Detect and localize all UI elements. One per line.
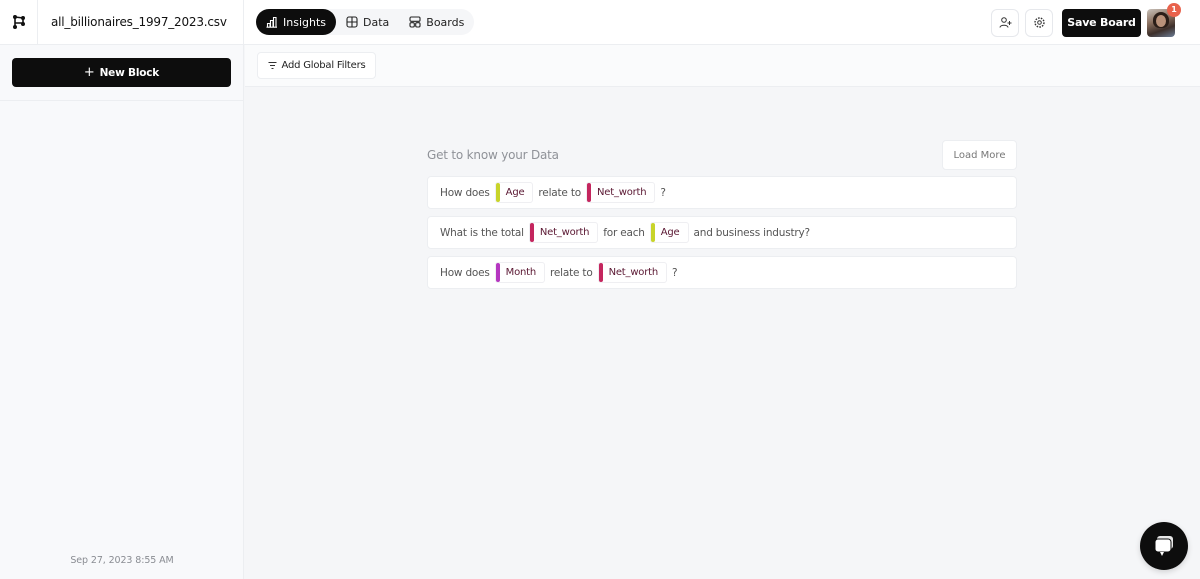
tab-data[interactable]: Data <box>336 9 399 35</box>
question-text: ? <box>672 266 678 279</box>
top-actions: Save Board 1 <box>991 0 1200 45</box>
file-name: all_billionaires_1997_2023.csv <box>38 0 244 45</box>
view-tabs: Insights Data Boards <box>256 9 475 35</box>
column-chip-net-worth[interactable]: Net_worth <box>528 222 599 243</box>
column-chip-month[interactable]: Month <box>494 262 546 283</box>
add-global-filters-label: Add Global Filters <box>281 60 366 71</box>
insights-panel: Get to know your Data Load More How does… <box>427 140 1017 296</box>
plus-icon: + <box>83 65 95 80</box>
add-user-icon <box>999 17 1011 28</box>
main-canvas: Get to know your Data Load More How does… <box>245 87 1200 579</box>
question-text: How does <box>440 186 490 199</box>
suggested-question[interactable]: How does Month relate to Net_worth? <box>427 256 1017 289</box>
column-chip-age[interactable]: Age <box>494 182 534 203</box>
question-text: How does <box>440 266 490 279</box>
question-text: for each <box>603 226 645 239</box>
column-chip-age[interactable]: Age <box>649 222 689 243</box>
chat-launcher-button[interactable] <box>1140 522 1188 570</box>
question-text: and business industry? <box>693 226 811 239</box>
tab-insights-label: Insights <box>283 15 327 29</box>
tab-data-label: Data <box>363 15 390 29</box>
column-chip-net-worth[interactable]: Net_worth <box>585 182 656 203</box>
suggested-question[interactable]: How does Age relate to Net_worth? <box>427 176 1017 209</box>
app-logo[interactable] <box>0 0 38 45</box>
question-text: relate to <box>538 186 581 199</box>
boards-icon <box>409 16 421 28</box>
notification-badge: 1 <box>1167 2 1181 17</box>
new-block-button[interactable]: + New Block <box>12 58 231 87</box>
sidebar-divider <box>0 100 244 101</box>
add-global-filters-button[interactable]: Add Global Filters <box>257 52 376 79</box>
gear-icon <box>1033 17 1045 28</box>
question-text: What is the total <box>440 226 524 239</box>
new-block-label: New Block <box>99 66 160 79</box>
app-logo-icon <box>12 15 25 29</box>
bar-chart-icon <box>266 16 277 28</box>
tab-boards[interactable]: Boards <box>399 9 474 35</box>
grid-icon <box>346 16 358 28</box>
settings-button[interactable] <box>1025 8 1053 37</box>
invite-user-button[interactable] <box>991 8 1019 37</box>
column-chip-net-worth[interactable]: Net_worth <box>597 262 667 283</box>
load-more-button[interactable]: Load More <box>942 140 1017 170</box>
question-list: How does Age relate to Net_worth? What is th… <box>427 176 1017 289</box>
save-board-button[interactable]: Save Board <box>1062 8 1141 37</box>
last-saved-timestamp: Sep 27, 2023 8:55 AM <box>70 555 174 566</box>
suggested-question[interactable]: What is the total Net_worth for each Age and… <box>427 216 1017 249</box>
question-text: relate to <box>550 266 593 279</box>
user-avatar[interactable]: 1 <box>1147 2 1181 37</box>
chat-bubble-icon <box>1154 536 1173 556</box>
sidebar: + New Block Sep 27, 2023 8:55 AM <box>0 45 244 579</box>
filter-icon <box>268 62 276 69</box>
tab-insights[interactable]: Insights <box>256 9 337 35</box>
filter-bar: Add Global Filters <box>245 45 1200 87</box>
tab-boards-label: Boards <box>426 15 465 29</box>
top-bar: all_billionaires_1997_2023.csv Insights … <box>0 0 1200 45</box>
insights-title: Get to know your Data <box>427 148 559 162</box>
question-text: ? <box>660 186 666 199</box>
